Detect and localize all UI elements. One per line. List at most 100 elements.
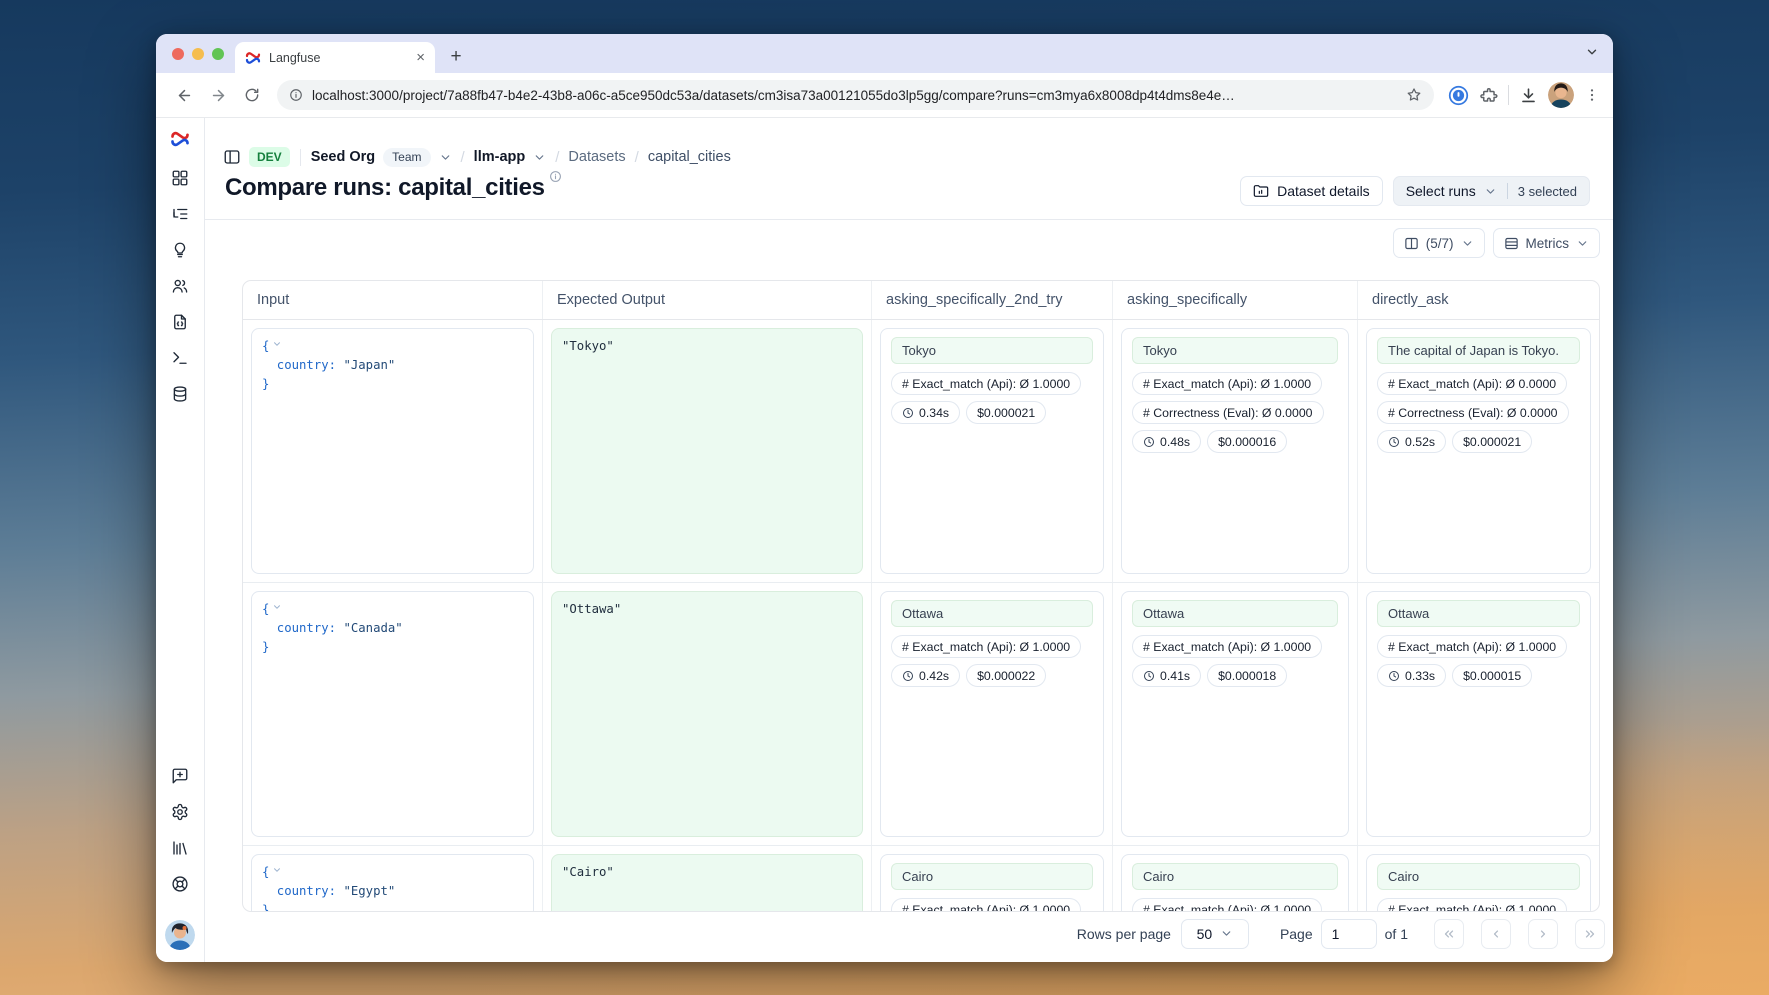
- run-output-box[interactable]: Cairo: [1377, 863, 1580, 890]
- run-observation-box[interactable]: Cairo# Exact_match (Api): Ø 1.0000: [1121, 854, 1349, 912]
- project-chevron-down-icon[interactable]: [533, 151, 546, 164]
- run-output-box[interactable]: Cairo: [891, 863, 1093, 890]
- prompts-file-icon[interactable]: [171, 313, 189, 331]
- breadcrumb-dataset-name[interactable]: capital_cities: [648, 149, 731, 165]
- table-controls: (5/7) Metrics: [205, 220, 1613, 266]
- browser-toolbar: localhost:3000/project/7a88fb47-b4e2-43b…: [156, 73, 1613, 118]
- breadcrumb-project[interactable]: llm-app: [474, 149, 526, 165]
- select-runs-button[interactable]: Select runs 3 selected: [1393, 176, 1590, 206]
- run-observation-box[interactable]: Tokyo # Exact_match (Api): Ø 1.0000 # Corr…: [1121, 328, 1349, 574]
- page-title: Compare runs: capital_cities: [225, 174, 545, 202]
- run-observation-box[interactable]: Tokyo# Exact_match (Api): Ø 1.00000.34s$…: [880, 328, 1104, 574]
- toolbar-separator: [1508, 85, 1509, 105]
- docs-library-icon[interactable]: [171, 839, 189, 857]
- reload-icon[interactable]: [237, 80, 267, 110]
- browser-menu-kebab-icon[interactable]: [1584, 87, 1600, 103]
- expected-output-box[interactable]: "Ottawa": [551, 591, 863, 837]
- extensions-puzzle-icon[interactable]: [1479, 86, 1498, 105]
- cost-badge: $0.000021: [1452, 430, 1532, 453]
- score-badge: # Exact_match (Api): Ø 1.0000: [1377, 898, 1567, 912]
- expected-output-box[interactable]: "Cairo": [551, 854, 863, 912]
- input-json-box[interactable]: { country: "Japan"}: [251, 328, 534, 574]
- expected-output-box[interactable]: "Tokyo": [551, 328, 863, 574]
- bookmark-star-icon[interactable]: [1406, 87, 1422, 103]
- run-observation-box[interactable]: Ottawa# Exact_match (Api): Ø 1.00000.42s…: [880, 591, 1104, 837]
- run-output-box[interactable]: Ottawa: [891, 600, 1093, 627]
- breadcrumb-org[interactable]: Seed Org: [311, 149, 375, 165]
- json-collapse-chevron-icon[interactable]: [272, 865, 282, 875]
- run-cell: Tokyo # Exact_match (Api): Ø 1.0000 # Corr…: [1113, 320, 1358, 582]
- tracing-list-tree-icon[interactable]: [171, 205, 189, 223]
- dataset-details-button[interactable]: Dataset details: [1240, 176, 1383, 206]
- datasets-database-icon[interactable]: [171, 385, 189, 403]
- rows-per-page-select[interactable]: 50: [1181, 919, 1249, 949]
- user-avatar[interactable]: [165, 920, 195, 950]
- tab-close-icon[interactable]: ×: [416, 50, 425, 65]
- first-page-button[interactable]: [1434, 919, 1464, 949]
- run-observation-box[interactable]: The capital of Japan is Tokyo.# Exact_ma…: [1366, 328, 1591, 574]
- score-badge: # Exact_match (Api): Ø 1.0000: [891, 372, 1081, 395]
- metrics-button[interactable]: Metrics: [1493, 228, 1601, 258]
- sessions-lightbulb-icon[interactable]: [171, 241, 189, 259]
- dashboard-icon[interactable]: [171, 169, 189, 187]
- run-output-box[interactable]: Cairo: [1132, 863, 1338, 890]
- downloads-icon[interactable]: [1519, 86, 1538, 105]
- playground-terminal-icon[interactable]: [171, 349, 189, 367]
- support-lifebuoy-icon[interactable]: [171, 875, 189, 893]
- input-json-box[interactable]: { country: "Canada"}: [251, 591, 534, 837]
- org-chevron-down-icon[interactable]: [439, 151, 452, 164]
- breadcrumb-datasets-link[interactable]: Datasets: [568, 149, 625, 165]
- run-observation-box[interactable]: Ottawa# Exact_match (Api): Ø 1.00000.41s…: [1121, 591, 1349, 837]
- page-label: Page: [1280, 926, 1313, 942]
- feedback-message-plus-icon[interactable]: [171, 767, 189, 785]
- env-badge: DEV: [249, 147, 290, 167]
- back-icon[interactable]: [169, 80, 199, 110]
- run-output-box[interactable]: Ottawa: [1132, 600, 1338, 627]
- password-manager-extension-icon[interactable]: [1448, 85, 1469, 106]
- forward-icon[interactable]: [203, 80, 233, 110]
- site-info-icon[interactable]: [289, 88, 303, 102]
- settings-gear-icon[interactable]: [171, 803, 189, 821]
- previous-page-button[interactable]: [1481, 919, 1511, 949]
- column-visibility-button[interactable]: (5/7): [1393, 228, 1485, 258]
- rows-icon: [1504, 236, 1519, 251]
- sidebar-toggle-icon[interactable]: [223, 148, 241, 166]
- fullscreen-window-button[interactable]: [212, 48, 224, 60]
- json-collapse-chevron-icon[interactable]: [272, 602, 282, 612]
- browser-window: Langfuse × + localhost:3000/project/7a88…: [156, 34, 1613, 962]
- latency-badge: 0.42s: [891, 664, 960, 687]
- run-output-box[interactable]: Tokyo: [891, 337, 1093, 364]
- next-page-button[interactable]: [1528, 919, 1558, 949]
- input-cell: { country: "Egypt"}: [243, 846, 543, 912]
- columns-icon: [1404, 236, 1419, 251]
- users-icon[interactable]: [171, 277, 189, 295]
- last-page-button[interactable]: [1575, 919, 1605, 949]
- page-total: of 1: [1385, 926, 1408, 942]
- table-column-header: Expected Output: [543, 281, 872, 319]
- url-text[interactable]: localhost:3000/project/7a88fb47-b4e2-43b…: [312, 88, 1397, 103]
- run-observation-box[interactable]: Cairo # Exact_match (Api): Ø 1.0000: [1366, 854, 1591, 912]
- new-tab-button[interactable]: +: [443, 44, 469, 70]
- json-collapse-chevron-icon[interactable]: [272, 339, 282, 349]
- input-json-box[interactable]: { country: "Egypt"}: [251, 854, 534, 912]
- run-observation-box[interactable]: Ottawa# Exact_match (Api): Ø 1.00000.33s…: [1366, 591, 1591, 837]
- run-output-box[interactable]: Tokyo: [1132, 337, 1338, 364]
- metrics-chevron-icon: [1576, 237, 1589, 250]
- page-number-input[interactable]: [1321, 919, 1377, 949]
- minimize-window-button[interactable]: [192, 48, 204, 60]
- title-info-icon[interactable]: [549, 170, 562, 202]
- latency-badge: 0.52s: [1377, 430, 1446, 453]
- run-output-box[interactable]: Ottawa: [1377, 600, 1580, 627]
- close-window-button[interactable]: [172, 48, 184, 60]
- score-badge: # Exact_match (Api): Ø 1.0000: [1132, 372, 1322, 395]
- run-output-box[interactable]: The capital of Japan is Tokyo.: [1377, 337, 1580, 364]
- run-observation-box[interactable]: Cairo# Exact_match (Api): Ø 1.0000: [880, 854, 1104, 912]
- tab-overflow-chevron-icon[interactable]: [1585, 45, 1599, 59]
- score-badge: # Correctness (Eval): Ø 0.0000: [1132, 401, 1324, 424]
- url-bar[interactable]: localhost:3000/project/7a88fb47-b4e2-43b…: [277, 80, 1434, 110]
- browser-profile-avatar[interactable]: [1548, 82, 1574, 108]
- window-controls: [172, 48, 224, 60]
- clock-icon: [1388, 436, 1400, 448]
- browser-tab[interactable]: Langfuse ×: [235, 42, 435, 73]
- langfuse-logo[interactable]: [170, 129, 190, 149]
